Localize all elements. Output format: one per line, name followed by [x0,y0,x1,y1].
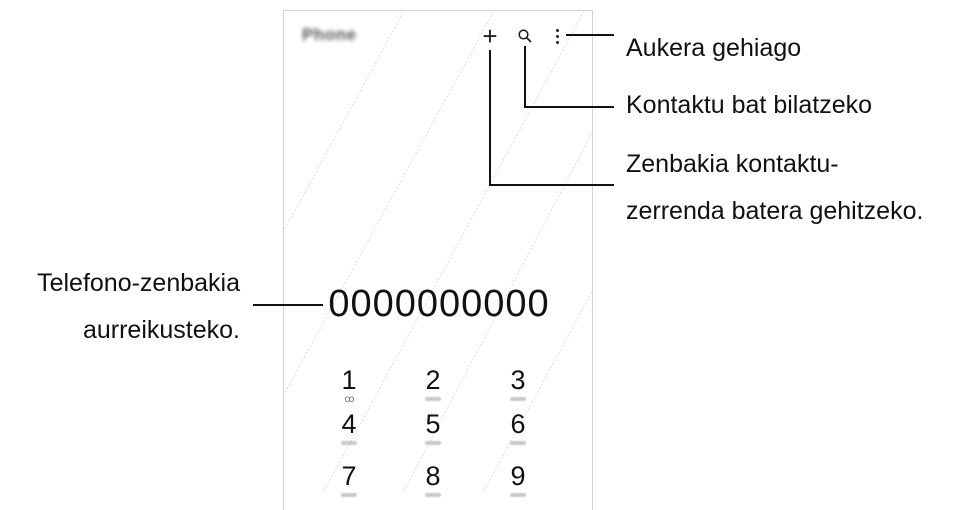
voicemail-icon: ꝏ [344,394,354,405]
annotation-preview-line1: Telefono-zenbakia [37,269,240,297]
key-digit: 5 [425,409,441,439]
key-8[interactable]: 8 [408,461,458,497]
key-letters [510,397,526,401]
key-digit: 3 [510,365,526,395]
callout-line-preview [253,304,323,306]
key-digit: 2 [425,365,441,395]
plus-icon: + [482,21,498,51]
key-3[interactable]: 3 [493,365,543,401]
key-9[interactable]: 9 [493,461,543,497]
key-1[interactable]: 1 ꝏ [324,365,374,405]
key-letters [425,493,441,497]
key-letters [425,397,441,401]
callout-line-search-h [524,106,614,108]
key-letters [425,441,441,445]
annotation-add-number-line2: zerrenda batera gehitzeko. [626,197,924,225]
callout-line-add-h [489,184,614,186]
key-digit: 6 [510,409,526,439]
key-5[interactable]: 5 [408,409,458,445]
callout-line-more [566,34,614,36]
key-digit: 4 [341,409,357,439]
key-digit: 9 [510,461,526,491]
key-digit: 1 [341,365,357,395]
annotation-preview-line2: aurreikusteko. [82,316,240,344]
annotation-more-options: Aukera gehiago [626,34,802,62]
search-icon [518,29,532,43]
key-letters [341,493,357,497]
key-2[interactable]: 2 [408,365,458,401]
key-4[interactable]: 4 [324,409,374,445]
key-digit: 7 [341,461,357,491]
app-title: Phone [302,25,357,44]
phone-number-preview: 0000000000 [328,283,550,325]
key-6[interactable]: 6 [493,409,543,445]
key-letters [510,441,526,445]
key-7[interactable]: 7 [324,461,374,497]
key-letters [510,493,526,497]
annotation-add-number-line1: Zenbakia kontaktu- [626,150,839,178]
add-contact-button[interactable]: + [479,21,501,51]
phone-screen: Phone + 0000000000 1 ꝏ 2 3 4 5 6 7 8 9 [283,10,593,510]
annotation-search-contact: Kontaktu bat bilatzeko [626,91,872,119]
key-letters [341,441,357,445]
key-digit: 8 [425,461,441,491]
more-options-button[interactable] [552,25,562,47]
more-vertical-icon [555,28,559,32]
callout-line-add-v [489,50,491,186]
callout-line-search-v [524,46,526,108]
search-button[interactable] [516,25,534,47]
